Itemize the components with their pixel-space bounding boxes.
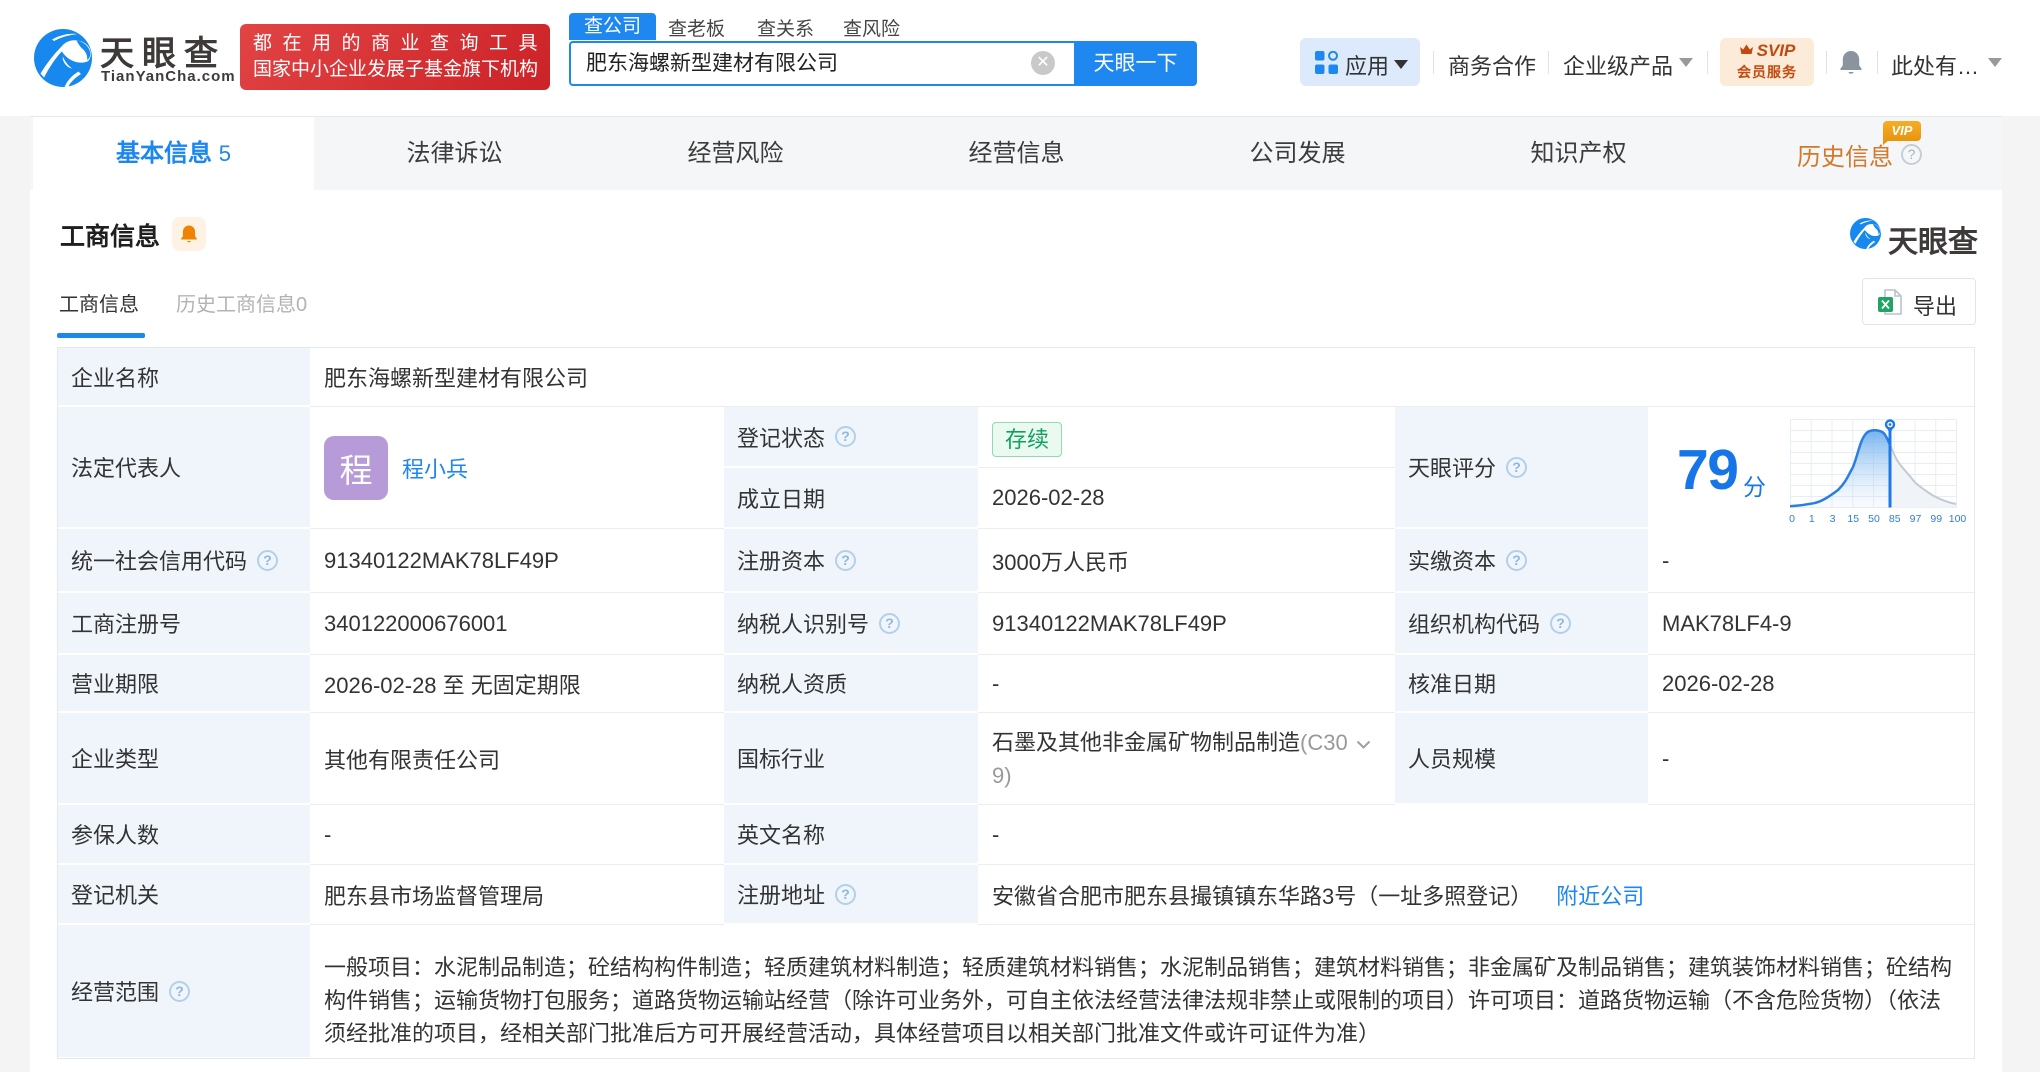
svg-text:50: 50 (1868, 513, 1880, 525)
svg-text:97: 97 (1910, 513, 1922, 525)
svg-text:3: 3 (1830, 513, 1836, 525)
svg-text:99: 99 (1930, 513, 1942, 525)
svg-text:85: 85 (1889, 513, 1901, 525)
svg-text:100: 100 (1949, 513, 1967, 525)
svg-text:15: 15 (1847, 513, 1859, 525)
svg-text:0: 0 (1789, 513, 1795, 525)
svg-text:1: 1 (1809, 513, 1815, 525)
